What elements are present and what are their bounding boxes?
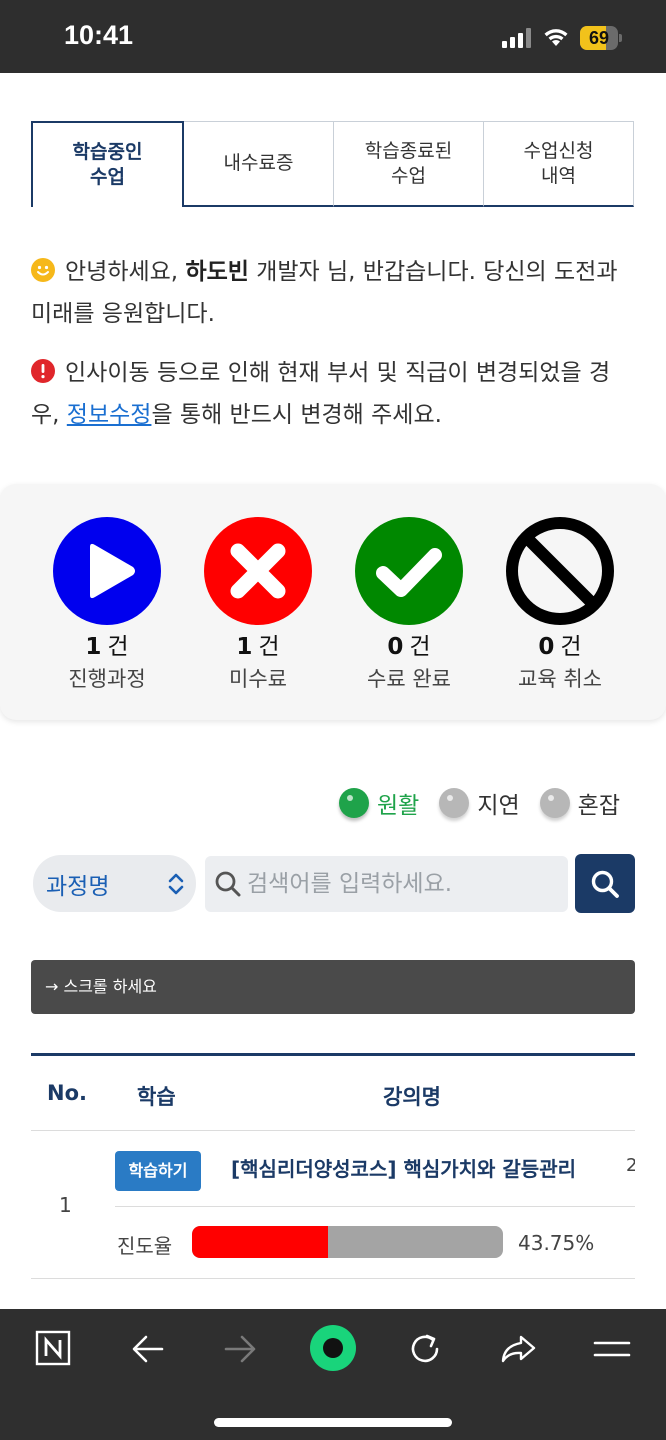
back-arrow-icon[interactable] [126,1327,170,1371]
table-header: No. 학습 강의명 [31,1053,635,1131]
naver-icon[interactable] [32,1327,76,1371]
battery-level: 69 [588,28,610,48]
tab-finished[interactable]: 학습종료된 수업 [334,121,484,207]
status-bar: 10:41 69 [0,0,666,73]
header-no: No. [47,1081,87,1105]
stat-incomplete[interactable]: 1건 미수료 [198,517,318,693]
stat-completed[interactable]: 0건 수료 완료 [349,517,469,693]
scroll-hint-banner: → 스크롤 하세요 [31,960,635,1014]
play-icon [53,517,161,625]
menu-icon[interactable] [590,1327,634,1371]
wifi-icon [544,29,568,46]
course-title-link[interactable]: [핵심리더양성코스] 핵심가치와 갈등관리 [231,1153,576,1182]
smiley-icon [31,258,55,282]
progress-bar-fill [192,1226,329,1258]
study-button[interactable]: 학습하기 [115,1151,201,1191]
search-input[interactable] [247,864,557,904]
header-course: 강의명 [383,1085,441,1109]
prohibited-icon [506,517,614,625]
truncated-column-text: 2 [626,1155,635,1176]
share-icon[interactable] [496,1327,540,1371]
legend-congested: 혼잡 [539,786,620,820]
tab-applications[interactable]: 수업신청 내역 [484,121,634,207]
header-study: 학습 [137,1085,176,1109]
forward-arrow-icon[interactable] [218,1327,262,1371]
stat-cancelled[interactable]: 0건 교육 취소 [500,517,620,693]
gray-dot-icon [439,788,470,818]
traffic-legend: 원활 지연 혼잡 [319,786,620,820]
info-update-notice: 인사이동 등으로 인해 현재 부서 및 직급이 변경되었을 경우, 정보수정을 … [31,359,611,428]
course-table: No. 학습 강의명 1 학습하기 [핵심리더양성코스] 핵심가치와 갈등관리 … [31,1053,635,1279]
tab-certificates[interactable]: 내수료증 [184,121,334,207]
legend-smooth: 원활 [339,786,419,820]
status-time: 10:41 [64,20,134,50]
table-row: 1 학습하기 [핵심리더양성코스] 핵심가치와 갈등관리 2 진도율 43.75… [31,1131,635,1279]
search-type-select[interactable]: 과정명 [33,855,196,912]
gray-dot-icon [539,788,570,818]
exclamation-icon [31,359,55,383]
user-name: 하도빈 [185,259,249,285]
progress-percent: 43.75% [518,1231,595,1255]
check-icon [355,517,463,625]
progress-bar [192,1226,503,1258]
home-indicator [214,1418,452,1427]
green-dot-icon [339,788,370,818]
legend-delayed: 지연 [439,786,520,820]
search-box [205,856,568,912]
search-button[interactable] [575,854,635,913]
x-icon [204,517,312,625]
battery-indicator: 69 [580,26,622,50]
edit-info-link[interactable]: 정보수정 [67,402,152,428]
greeting-message: 안녕하세요, 하도빈 개발자 님, 반갑습니다. 당신의 도전과 미래를 응원합… [31,258,618,327]
home-circle-icon[interactable] [310,1325,356,1371]
reload-icon[interactable] [403,1327,447,1371]
status-summary-card: 1건 진행과정 1건 미수료 0건 수료 완료 0건 교육 취소 [0,484,666,720]
stat-in-progress[interactable]: 1건 진행과정 [47,517,167,693]
tab-in-progress[interactable]: 학습중인 수업 [31,121,184,207]
row-divider [115,1206,635,1207]
row-number: 1 [59,1193,72,1217]
progress-label: 진도율 [117,1234,173,1258]
cellular-signal-icon [502,28,531,48]
course-tabs: 학습중인 수업 내수료증 학습종료된 수업 수업신청 내역 [31,121,634,207]
search-icon [591,870,619,898]
search-icon [215,871,241,897]
up-down-chevron-icon [168,873,184,895]
